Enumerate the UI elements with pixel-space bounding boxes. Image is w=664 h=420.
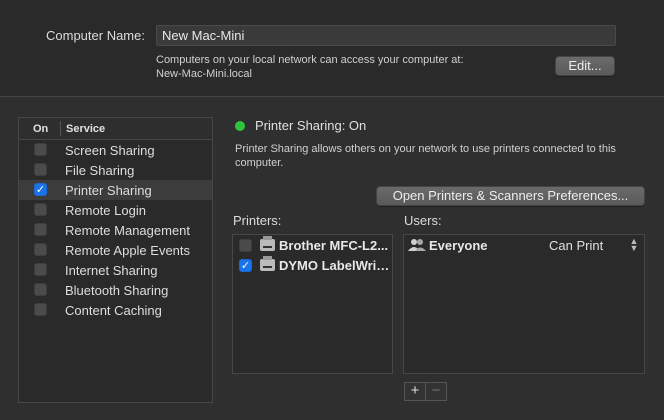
- computer-name-note: Computers on your local network can acce…: [156, 53, 464, 81]
- service-checkbox[interactable]: ✓: [34, 183, 47, 196]
- service-description: Printer Sharing allows others on your ne…: [235, 143, 616, 169]
- service-label: File Sharing: [65, 163, 135, 178]
- users-label: Users:: [404, 213, 442, 228]
- remove-user-button[interactable]: −: [425, 382, 447, 401]
- printer-row[interactable]: ✓ DYMO LabelWrit...: [233, 255, 392, 275]
- service-table: On Service Screen Sharing File Sharing ✓ Pr…: [18, 117, 213, 403]
- printer-row[interactable]: Brother MFC-L2...: [233, 235, 392, 255]
- service-row-remote-login[interactable]: Remote Login: [19, 200, 212, 220]
- users-list: Everyone Can Print ▲ ▼: [403, 234, 645, 374]
- column-header-on[interactable]: On: [33, 123, 48, 135]
- service-label: Remote Management: [65, 223, 191, 238]
- service-checkbox[interactable]: [34, 303, 47, 316]
- open-printers-scanners-button[interactable]: Open Printers & Scanners Preferences...: [376, 186, 645, 206]
- service-label: Internet Sharing: [65, 263, 158, 278]
- service-table-header: On Service: [19, 118, 212, 140]
- user-permission-select[interactable]: Can Print: [549, 238, 603, 253]
- service-row-internet-sharing[interactable]: Internet Sharing: [19, 260, 212, 280]
- user-name: Everyone: [429, 238, 488, 253]
- network-access-note: Computers on your local network can acce…: [156, 54, 464, 66]
- service-status: Printer Sharing: On: [255, 118, 367, 133]
- service-row-file-sharing[interactable]: File Sharing: [19, 160, 212, 180]
- printers-list: Brother MFC-L2... ✓ DYMO LabelWrit...: [232, 234, 393, 374]
- service-row-remote-apple-events[interactable]: Remote Apple Events: [19, 240, 212, 260]
- service-label: Bluetooth Sharing: [65, 283, 169, 298]
- service-label: Screen Sharing: [65, 143, 155, 158]
- computer-name-field[interactable]: New Mac-Mini: [156, 25, 616, 46]
- local-hostname: New-Mac-Mini.local: [156, 68, 252, 80]
- column-header-service[interactable]: Service: [66, 123, 105, 135]
- computer-name-label: Computer Name:: [46, 28, 145, 43]
- printer-name: DYMO LabelWrit...: [279, 258, 391, 273]
- printer-name: Brother MFC-L2...: [279, 238, 389, 253]
- printers-label: Printers:: [233, 213, 282, 228]
- service-row-remote-management[interactable]: Remote Management: [19, 220, 212, 240]
- service-checkbox[interactable]: [34, 243, 47, 256]
- status-indicator-icon: [235, 121, 245, 131]
- service-checkbox[interactable]: [34, 283, 47, 296]
- service-label: Remote Apple Events: [65, 243, 191, 258]
- edit-hostname-button[interactable]: Edit...: [555, 56, 615, 76]
- service-checkbox[interactable]: [34, 203, 47, 216]
- printer-checkbox[interactable]: ✓: [239, 259, 252, 272]
- printer-icon: [260, 236, 275, 251]
- service-label: Remote Login: [65, 203, 146, 218]
- service-label: Printer Sharing: [65, 183, 152, 198]
- service-checkbox[interactable]: [34, 143, 47, 156]
- updown-chevron-icon[interactable]: ▲ ▼: [629, 237, 639, 253]
- printer-checkbox[interactable]: [239, 239, 252, 252]
- service-label: Content Caching: [65, 303, 162, 318]
- add-user-button[interactable]: +: [404, 382, 426, 401]
- add-remove-controls: + −: [404, 382, 448, 401]
- service-checkbox[interactable]: [34, 223, 47, 236]
- service-row-printer-sharing[interactable]: ✓ Printer Sharing: [19, 180, 212, 200]
- column-separator: [60, 121, 61, 136]
- service-checkbox[interactable]: [34, 263, 47, 276]
- printer-icon: [260, 256, 275, 271]
- service-row-screen-sharing[interactable]: Screen Sharing: [19, 140, 212, 160]
- user-row[interactable]: Everyone Can Print ▲ ▼: [404, 235, 644, 255]
- service-checkbox[interactable]: [34, 163, 47, 176]
- service-row-content-caching[interactable]: Content Caching: [19, 300, 212, 320]
- service-row-bluetooth-sharing[interactable]: Bluetooth Sharing: [19, 280, 212, 300]
- group-users-icon: [408, 238, 426, 252]
